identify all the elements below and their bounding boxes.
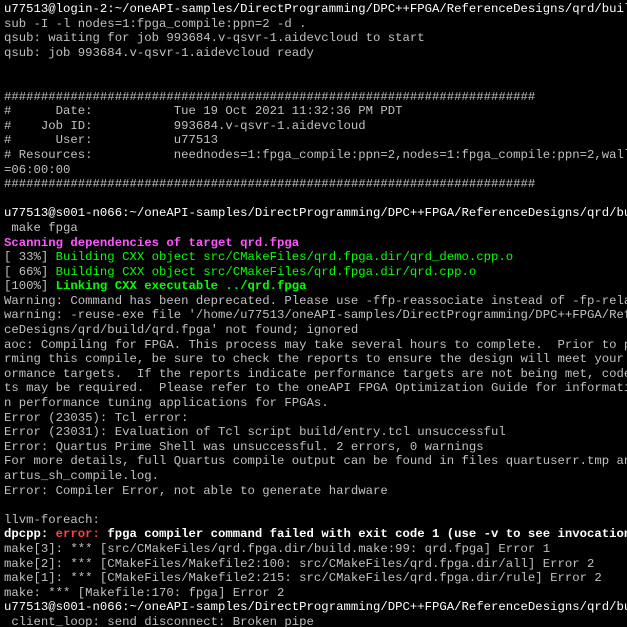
terminal-text: # Job ID: 993684.v-qsvr-1.aidevcloud: [4, 119, 366, 133]
terminal-line: # Resources: neednodes=1:fpga_compile:pp…: [4, 148, 623, 163]
terminal-text: fpga compiler command failed with exit c…: [107, 527, 627, 541]
terminal-line: For more details, full Quartus compile o…: [4, 454, 623, 469]
terminal-line: # Date: Tue 19 Oct 2021 11:32:36 PM PDT: [4, 104, 623, 119]
terminal-text: qsub: job 993684.v-qsvr-1.aidevcloud rea…: [4, 46, 314, 60]
terminal-text: # Resources: neednodes=1:fpga_compile:pp…: [4, 148, 627, 162]
terminal-line: [4, 192, 623, 207]
terminal-text: Scanning dependencies of target qrd.fpga: [4, 236, 299, 250]
terminal-line: # User: u77513: [4, 133, 623, 148]
terminal-line: dpcpp: error: fpga compiler command fail…: [4, 527, 623, 542]
terminal-text: error:: [56, 527, 108, 541]
terminal-line: [ 33%] Building CXX object src/CMakeFile…: [4, 250, 623, 265]
terminal-line: llvm-foreach:: [4, 513, 623, 528]
terminal-text: ########################################…: [4, 90, 535, 104]
terminal-text: Linking CXX executable ../qrd.fpga: [56, 279, 307, 293]
terminal-text: Building CXX object src/CMakeFiles/qrd.f…: [56, 250, 514, 264]
terminal-text: ts may be required. Please refer to the …: [4, 381, 627, 395]
terminal-text: dpcpp:: [4, 527, 56, 541]
terminal-text: artus_sh_compile.log.: [4, 469, 159, 483]
terminal-line: ts may be required. Please refer to the …: [4, 381, 623, 396]
terminal-line: ########################################…: [4, 90, 623, 105]
terminal-line: ########################################…: [4, 177, 623, 192]
terminal-line: [100%] Linking CXX executable ../qrd.fpg…: [4, 279, 623, 294]
terminal-text: make: *** [Makefile:170: fpga] Error 2: [4, 586, 284, 600]
terminal-text: ########################################…: [4, 177, 535, 191]
terminal-line: client_loop: send disconnect: Broken pip…: [4, 615, 623, 627]
terminal-line: Warning: Command has been deprecated. Pl…: [4, 294, 623, 309]
terminal-line: Error: Quartus Prime Shell was unsuccess…: [4, 440, 623, 455]
terminal-text: Error: Quartus Prime Shell was unsuccess…: [4, 440, 484, 454]
terminal-line: [4, 60, 623, 75]
terminal-text: [ 66%]: [4, 265, 56, 279]
terminal-text: [ 33%]: [4, 250, 56, 264]
terminal-text: Building CXX object src/CMakeFiles/qrd.f…: [56, 265, 477, 279]
terminal-text: # User: u77513: [4, 133, 218, 147]
terminal-text: make[1]: *** [CMakeFiles/Makefile2:215: …: [4, 571, 602, 585]
terminal-text: Error (23035): Tcl error:: [4, 411, 188, 425]
terminal-line: Error (23035): Tcl error:: [4, 411, 623, 426]
terminal-text: rming this compile, be sure to check the…: [4, 352, 627, 366]
terminal-text: aoc: Compiling for FPGA. This process ma…: [4, 338, 627, 352]
terminal-text: warning: -reuse-exe file '/home/u77513/o…: [4, 308, 627, 322]
terminal-line: make fpga: [4, 221, 623, 236]
terminal-line: Error: Compiler Error, not able to gener…: [4, 484, 623, 499]
terminal-line: [4, 498, 623, 513]
terminal-line: Error (23031): Evaluation of Tcl script …: [4, 425, 623, 440]
terminal-text: qsub: waiting for job 993684.v-qsvr-1.ai…: [4, 31, 425, 45]
terminal-text: ceDesigns/qrd/build/qrd.fpga' not found;…: [4, 323, 358, 337]
terminal-line: make[2]: *** [CMakeFiles/Makefile2:100: …: [4, 557, 623, 572]
terminal-text: ormance targets. If the reports indicate…: [4, 367, 627, 381]
terminal-output[interactable]: u77513@login-2:~/oneAPI-samples/DirectPr…: [0, 0, 627, 627]
terminal-line: u77513@s001-n066:~/oneAPI-samples/Direct…: [4, 600, 623, 615]
terminal-line: u77513@login-2:~/oneAPI-samples/DirectPr…: [4, 2, 623, 17]
terminal-text: For more details, full Quartus compile o…: [4, 454, 627, 468]
terminal-text: # Date: Tue 19 Oct 2021 11:32:36 PM PDT: [4, 104, 402, 118]
terminal-text: Error (23031): Evaluation of Tcl script …: [4, 425, 506, 439]
terminal-line: u77513@s001-n066:~/oneAPI-samples/Direct…: [4, 206, 623, 221]
terminal-line: aoc: Compiling for FPGA. This process ma…: [4, 338, 623, 353]
terminal-line: ceDesigns/qrd/build/qrd.fpga' not found;…: [4, 323, 623, 338]
terminal-text: llvm-foreach:: [4, 513, 100, 527]
terminal-text: client_loop: send disconnect: Broken pip…: [4, 615, 314, 627]
terminal-text: make fpga: [4, 221, 78, 235]
terminal-line: n performance tuning applications for FP…: [4, 396, 623, 411]
terminal-line: sub -I -l nodes=1:fpga_compile:ppn=2 -d …: [4, 17, 623, 32]
terminal-text: u77513@s001-n066:~/oneAPI-samples/Direct…: [4, 600, 627, 614]
terminal-line: make: *** [Makefile:170: fpga] Error 2: [4, 586, 623, 601]
terminal-text: n performance tuning applications for FP…: [4, 396, 329, 410]
terminal-line: ormance targets. If the reports indicate…: [4, 367, 623, 382]
terminal-line: make[3]: *** [src/CMakeFiles/qrd.fpga.di…: [4, 542, 623, 557]
terminal-text: sub -I -l nodes=1:fpga_compile:ppn=2 -d …: [4, 17, 307, 31]
terminal-line: =06:00:00: [4, 163, 623, 178]
terminal-line: # Job ID: 993684.v-qsvr-1.aidevcloud: [4, 119, 623, 134]
terminal-text: Error: Compiler Error, not able to gener…: [4, 484, 388, 498]
terminal-line: warning: -reuse-exe file '/home/u77513/o…: [4, 308, 623, 323]
terminal-text: make[2]: *** [CMakeFiles/Makefile2:100: …: [4, 557, 594, 571]
terminal-line: Scanning dependencies of target qrd.fpga: [4, 236, 623, 251]
terminal-text: =06:00:00: [4, 163, 70, 177]
terminal-line: [4, 75, 623, 90]
terminal-line: artus_sh_compile.log.: [4, 469, 623, 484]
terminal-line: rming this compile, be sure to check the…: [4, 352, 623, 367]
terminal-text: Warning: Command has been deprecated. Pl…: [4, 294, 627, 308]
terminal-line: make[1]: *** [CMakeFiles/Makefile2:215: …: [4, 571, 623, 586]
terminal-line: [ 66%] Building CXX object src/CMakeFile…: [4, 265, 623, 280]
terminal-text: make[3]: *** [src/CMakeFiles/qrd.fpga.di…: [4, 542, 550, 556]
terminal-line: qsub: job 993684.v-qsvr-1.aidevcloud rea…: [4, 46, 623, 61]
terminal-text: u77513@s001-n066:~/oneAPI-samples/Direct…: [4, 206, 627, 220]
terminal-text: [100%]: [4, 279, 56, 293]
terminal-line: qsub: waiting for job 993684.v-qsvr-1.ai…: [4, 31, 623, 46]
terminal-text: u77513@login-2:~/oneAPI-samples/DirectPr…: [4, 2, 627, 16]
